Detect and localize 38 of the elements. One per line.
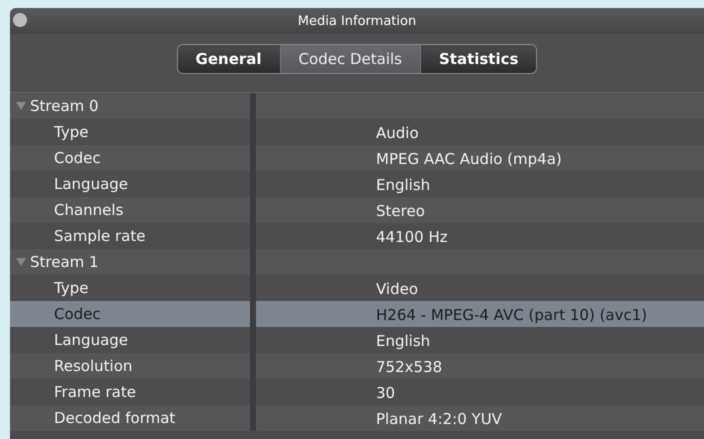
property-value: 752x538	[376, 358, 442, 376]
tab[interactable]: General	[178, 45, 281, 73]
disclosure-triangle-icon[interactable]	[16, 258, 26, 266]
close-icon[interactable]	[13, 13, 27, 27]
stream-row[interactable]: Stream 0	[10, 93, 704, 119]
property-row[interactable]: Decoded format Planar 4:2:0 YUV	[10, 405, 704, 431]
disclosure-triangle-icon[interactable]	[16, 102, 26, 110]
property-value: 44100 Hz	[376, 228, 448, 246]
property-name: Sample rate	[53, 227, 146, 245]
property-value: 30	[376, 384, 396, 402]
property-name: Language	[53, 175, 128, 193]
property-name: Type	[53, 123, 88, 141]
property-value: MPEG AAC Audio (mp4a)	[376, 150, 562, 168]
property-row[interactable]: Resolution 752x538	[10, 353, 704, 379]
property-row[interactable]: Channels Stereo	[10, 197, 704, 223]
stream-label[interactable]: Stream 1	[30, 253, 99, 271]
property-value: English	[376, 176, 430, 194]
property-row[interactable]: Codec MPEG AAC Audio (mp4a)	[10, 145, 704, 171]
property-name: Language	[53, 331, 128, 349]
property-name: Codec	[53, 305, 101, 323]
property-value: H264 - MPEG-4 AVC (part 10) (avc1)	[376, 306, 648, 324]
property-row[interactable]: Codec H264 - MPEG-4 AVC (part 10) (avc1)	[10, 301, 704, 327]
property-name: Channels	[53, 201, 124, 219]
property-name: Codec	[53, 149, 101, 167]
property-value: Audio	[376, 124, 419, 142]
property-value: Video	[376, 280, 418, 298]
property-value: Stereo	[376, 202, 425, 220]
property-value: English	[376, 332, 430, 350]
stream-row[interactable]: Stream 1	[10, 249, 704, 275]
stream-label[interactable]: Stream 0	[30, 97, 99, 115]
property-name: Type	[53, 279, 88, 297]
property-name: Resolution	[53, 357, 132, 375]
property-name: Frame rate	[53, 383, 136, 401]
property-value: Planar 4:2:0 YUV	[376, 410, 502, 428]
property-name: Decoded format	[53, 409, 176, 427]
tab[interactable]: Statistics	[420, 45, 536, 73]
window-title: Media Information	[298, 14, 416, 28]
tab[interactable]: Codec Details	[280, 45, 421, 73]
